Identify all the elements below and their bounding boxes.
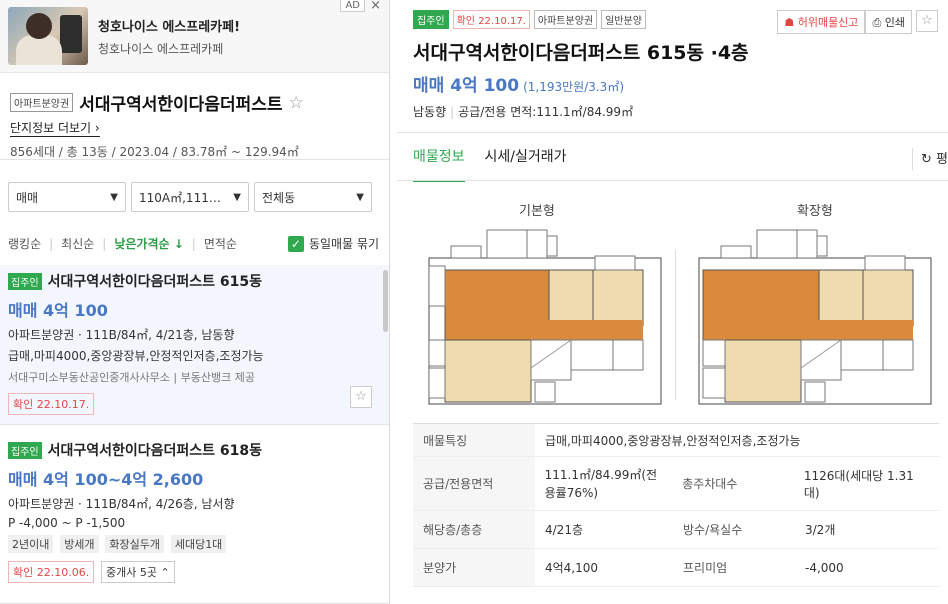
trade-type-select[interactable]: 매매 ▼ [8, 182, 126, 212]
row-value: 4/21층 [545, 523, 583, 537]
price-per-unit: (1,193만원/3.3㎡) [523, 80, 625, 94]
type-tag: 아파트분양권 [533, 10, 598, 29]
row-value: 1126대(세대당 1.31대) [803, 468, 914, 500]
plan-label-basic: 기본형 [519, 204, 555, 219]
same-group-label: 동일매물 묶기 [308, 237, 379, 251]
detail-actions: ☗ 허위매물신고 ⎙ 인쇄 [777, 10, 912, 34]
report-button[interactable]: ☗ 허위매물신고 [777, 10, 866, 34]
checkbox-checked-icon[interactable]: ✓ [287, 235, 304, 252]
star-icon[interactable]: ☆ [350, 386, 372, 408]
ad-badge: AD [340, 0, 365, 12]
sort-latest[interactable]: 최신순 [61, 235, 94, 252]
table-row: 해당층/총층 4/21층 방수/욕실수 3/2개 [413, 511, 939, 549]
detail-price: 매매 4억 100 (1,193만원/3.3㎡) [413, 76, 625, 96]
complex-more-link[interactable]: 단지정보 더보기 › [10, 119, 100, 137]
ad-image [8, 7, 88, 65]
area-select[interactable]: 110A㎡,111… ▼ [131, 182, 249, 212]
print-button[interactable]: ⎙ 인쇄 [865, 10, 912, 34]
confirm-date-badge: 확인 22.10.06. [8, 561, 95, 583]
ad-title[interactable]: 청호나이스 에스프레카페! [98, 16, 240, 35]
direction: 남동향 [413, 105, 447, 119]
listing-title: 서대구역서한이다음더퍼스트 615동 [47, 274, 263, 290]
listing-item[interactable]: 집주인 서대구역서한이다음더퍼스트 618동 매매 4억 100~4억 2,60… [0, 426, 389, 604]
listing-spec: 아파트분양권 · 111B/84㎡, 4/21층, 남동향 [8, 328, 235, 342]
row-label: 프리미엄 [673, 549, 795, 586]
complex-header: 아파트분양권 서대구역서한이다음더퍼스트 ☆ 단지정보 더보기 › 856세대 … [0, 73, 389, 160]
row-label: 총주차대수 [672, 457, 794, 510]
sort-area[interactable]: 면적순 [204, 235, 237, 252]
table-row: 공급/전용면적 111.1㎡/84.99㎡(전용률76%) 총주차대수 1126… [413, 457, 939, 511]
dong-select[interactable]: 전체동 ▼ [254, 182, 372, 212]
tab-price-history[interactable]: 시세/실거래가 [485, 146, 567, 182]
floor-plan-basic[interactable] [425, 228, 665, 408]
listing-panel: 청호나이스 에스프레카페! 청호나이스 에스프레카페 AD × 아파트분양권 서… [0, 0, 390, 604]
sort-ranking[interactable]: 랭킹순 [8, 235, 41, 252]
chevron-down-icon: ▼ [356, 191, 364, 203]
row-label: 방수/욕실수 [673, 511, 795, 548]
scrollbar[interactable] [383, 270, 388, 332]
listing-price: 매매 4억 100~4억 2,600 [8, 470, 204, 489]
filter-bar: 매매 ▼ 110A㎡,111… ▼ 전체동 ▼ [8, 182, 372, 212]
confirm-date-badge: 확인 22.10.17. [452, 10, 530, 29]
floor-plans: 기본형 확장형 [413, 200, 943, 410]
ad-banner[interactable]: 청호나이스 에스프레카페! 청호나이스 에스프레카페 AD × [0, 0, 389, 73]
chevron-down-icon: ▼ [110, 191, 118, 203]
complex-summary: 856세대 / 총 13동 / 2023.04 / 83.78㎡ ~ 129.9… [10, 145, 299, 159]
listing-spec: 아파트분양권 · 111B/84㎡, 4/26층, 남서향 [8, 497, 235, 511]
chevron-down-icon: ▼ [233, 191, 241, 203]
confirm-date-badge: 확인 22.10.17. [8, 393, 95, 415]
row-value: 급매,마피4000,중앙광장뷰,안정적인저층,조정가능 [545, 433, 801, 448]
sort-bar: 랭킹순 | 최신순 | 낮은가격순 ↓ | 면적순 ✓ 동일매물 묶기 [8, 235, 379, 252]
feature-chip: 방세개 [60, 535, 99, 553]
owner-badge: 집주인 [413, 10, 449, 29]
complex-name: 서대구역서한이다음더퍼스트 [79, 95, 283, 115]
detail-panel: 집주인 확인 22.10.17. 아파트분양권 일반분양 ☗ 허위매물신고 ⎙ … [397, 0, 948, 604]
listing-price: 매매 4억 100 [8, 301, 108, 320]
table-row: 분양가 4억4,100 프리미엄 -4,000 [413, 549, 939, 587]
detail-meta: 남동향 | 공급/전용 면적:111.1㎡/84.99㎡ [413, 105, 634, 119]
row-value: 111.1㎡/84.99㎡(전용률76%) [544, 467, 658, 500]
feature-chip: 2년이내 [8, 535, 54, 553]
floor-plan-extended[interactable] [695, 228, 935, 408]
table-row: 매물특징 급매,마피4000,중앙광장뷰,안정적인저층,조정가능 [413, 424, 939, 457]
row-label: 공급/전용면적 [413, 457, 535, 510]
ad-subtitle: 청호나이스 에스프레카페 [98, 41, 224, 56]
listing-info-table: 매물특징 급매,마피4000,중앙광장뷰,안정적인저층,조정가능 공급/전용면적… [413, 423, 939, 587]
row-label: 매물특징 [413, 424, 535, 456]
row-value: 3/2개 [805, 523, 836, 537]
sort-low-price[interactable]: 낮은가격순 ↓ [114, 235, 183, 252]
listing-agent: 서대구미소부동산공인중개사사무소 | 부동산뱅크 제공 [8, 371, 255, 384]
listing-premium: P -4,000 ~ P -1,500 [8, 516, 126, 530]
refresh-icon: ↻ [920, 152, 932, 167]
detail-tabs: 매물정보 시세/실거래가 [413, 146, 587, 182]
listing-features: 급매,마피4000,중앙광장뷰,안정적인저층,조정가능 [8, 349, 264, 363]
row-value: 4억4,100 [545, 561, 599, 575]
star-icon[interactable]: ☆ [916, 10, 938, 32]
row-label: 해당층/총층 [413, 511, 535, 548]
print-icon: ⎙ [872, 16, 882, 29]
area-unit-toggle[interactable]: ↻ 평 [911, 148, 948, 170]
row-label: 분양가 [413, 549, 535, 586]
listing-chips: 2년이내 방세개 화장실두개 세대당1대 [8, 535, 382, 553]
star-icon[interactable]: ☆ [289, 93, 304, 113]
area: 공급/전용 면적:111.1㎡/84.99㎡ [458, 105, 634, 119]
siren-icon: ☗ [784, 16, 795, 29]
detail-tags: 집주인 확인 22.10.17. 아파트분양권 일반분양 [413, 10, 646, 29]
owner-badge: 집주인 [8, 272, 42, 290]
same-group-toggle[interactable]: ✓ 동일매물 묶기 [287, 235, 379, 252]
complex-type-tag: 아파트분양권 [10, 93, 74, 112]
feature-chip: 세대당1대 [170, 535, 227, 553]
agents-toggle-button[interactable]: 중개사 5곳 ⌃ [101, 561, 175, 583]
owner-badge: 집주인 [8, 441, 42, 459]
listing-item[interactable]: 집주인 서대구역서한이다음더퍼스트 615동 매매 4억 100 아파트분양권 … [0, 265, 389, 425]
supply-tag: 일반분양 [601, 10, 646, 29]
close-icon[interactable]: × [370, 0, 381, 13]
detail-title: 서대구역서한이다음더퍼스트 615동 ·4층 [413, 42, 749, 64]
feature-chip: 화장실두개 [105, 535, 164, 553]
tab-listing-info[interactable]: 매물정보 [413, 146, 465, 182]
listing-title: 서대구역서한이다음더퍼스트 618동 [47, 443, 263, 459]
row-value: -4,000 [805, 560, 844, 575]
plan-label-extended: 확장형 [797, 204, 833, 219]
